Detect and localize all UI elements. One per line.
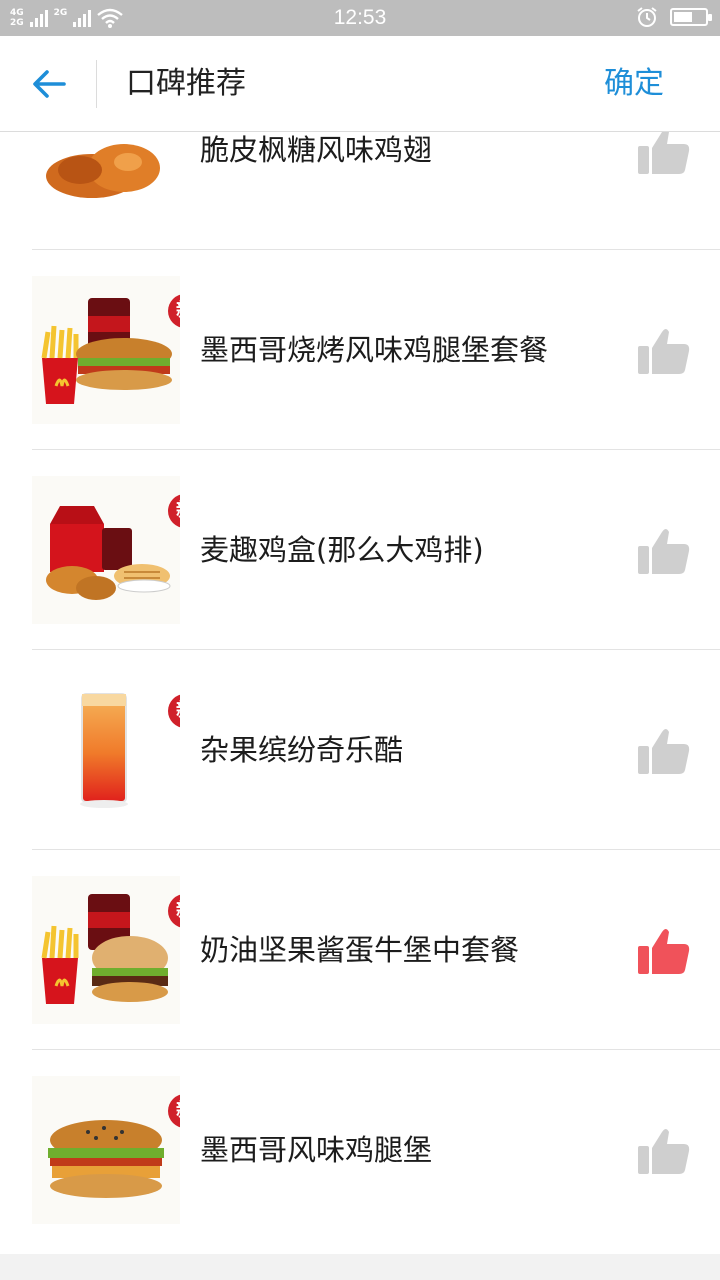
- battery-level: [674, 12, 692, 22]
- battery-icon: [670, 8, 712, 26]
- arrow-left-icon: [33, 70, 66, 98]
- fruit-drink-image: 新: [32, 676, 180, 824]
- page-title: 口碑推荐: [126, 66, 246, 101]
- chicken-box-image: 新: [32, 476, 180, 624]
- item-name: 墨西哥烧烤风味鸡腿堡套餐: [200, 333, 549, 367]
- header-divider: [96, 60, 97, 108]
- item-name: 奶油坚果酱蛋牛堡中套餐: [200, 933, 520, 967]
- list-item[interactable]: 新 麦趣鸡盒(那么大鸡排): [0, 450, 720, 650]
- chicken-burger-image: 新: [32, 1076, 180, 1224]
- thumbs-up-icon[interactable]: [636, 526, 692, 576]
- status-time: 12:53: [333, 6, 387, 29]
- thumbs-up-icon[interactable]: [636, 1126, 692, 1176]
- chicken-wings-image: [32, 132, 180, 224]
- list-item[interactable]: 新 墨西哥风味鸡腿堡: [0, 1050, 720, 1250]
- list-item[interactable]: 新 杂果缤纷奇乐酷: [0, 650, 720, 850]
- list-item[interactable]: 新 墨西哥烧烤风味鸡腿堡套餐: [0, 250, 720, 450]
- item-name: 脆皮枫糖风味鸡翅: [200, 133, 433, 167]
- beef-burger-meal-image: 新: [32, 876, 180, 1024]
- confirm-button[interactable]: 确定: [604, 36, 664, 132]
- status-right: [636, 6, 712, 28]
- back-button[interactable]: [22, 60, 76, 108]
- status-bar: 4G 2G 2G 12:53: [0, 0, 720, 36]
- thumbs-up-icon-liked[interactable]: [636, 926, 692, 976]
- thumbs-up-icon[interactable]: [636, 132, 692, 176]
- bottom-bar: [0, 1254, 720, 1280]
- burger-meal-image: 新: [32, 276, 180, 424]
- alarm-icon: [637, 7, 657, 27]
- item-name: 杂果缤纷奇乐酷: [200, 733, 404, 767]
- thumbs-up-icon[interactable]: [636, 326, 692, 376]
- list-item[interactable]: 脆皮枫糖风味鸡翅: [0, 132, 720, 250]
- thumbs-up-icon[interactable]: [636, 726, 692, 776]
- recommendation-list: 脆皮枫糖风味鸡翅 新 墨西哥烧烤风味鸡腿堡套餐: [0, 132, 720, 1254]
- item-name: 墨西哥风味鸡腿堡: [200, 1133, 433, 1167]
- list-item[interactable]: 新 奶油坚果酱蛋牛堡中套餐: [0, 850, 720, 1050]
- app-bar: 口碑推荐 确定: [0, 36, 720, 132]
- item-name: 麦趣鸡盒(那么大鸡排): [200, 533, 484, 567]
